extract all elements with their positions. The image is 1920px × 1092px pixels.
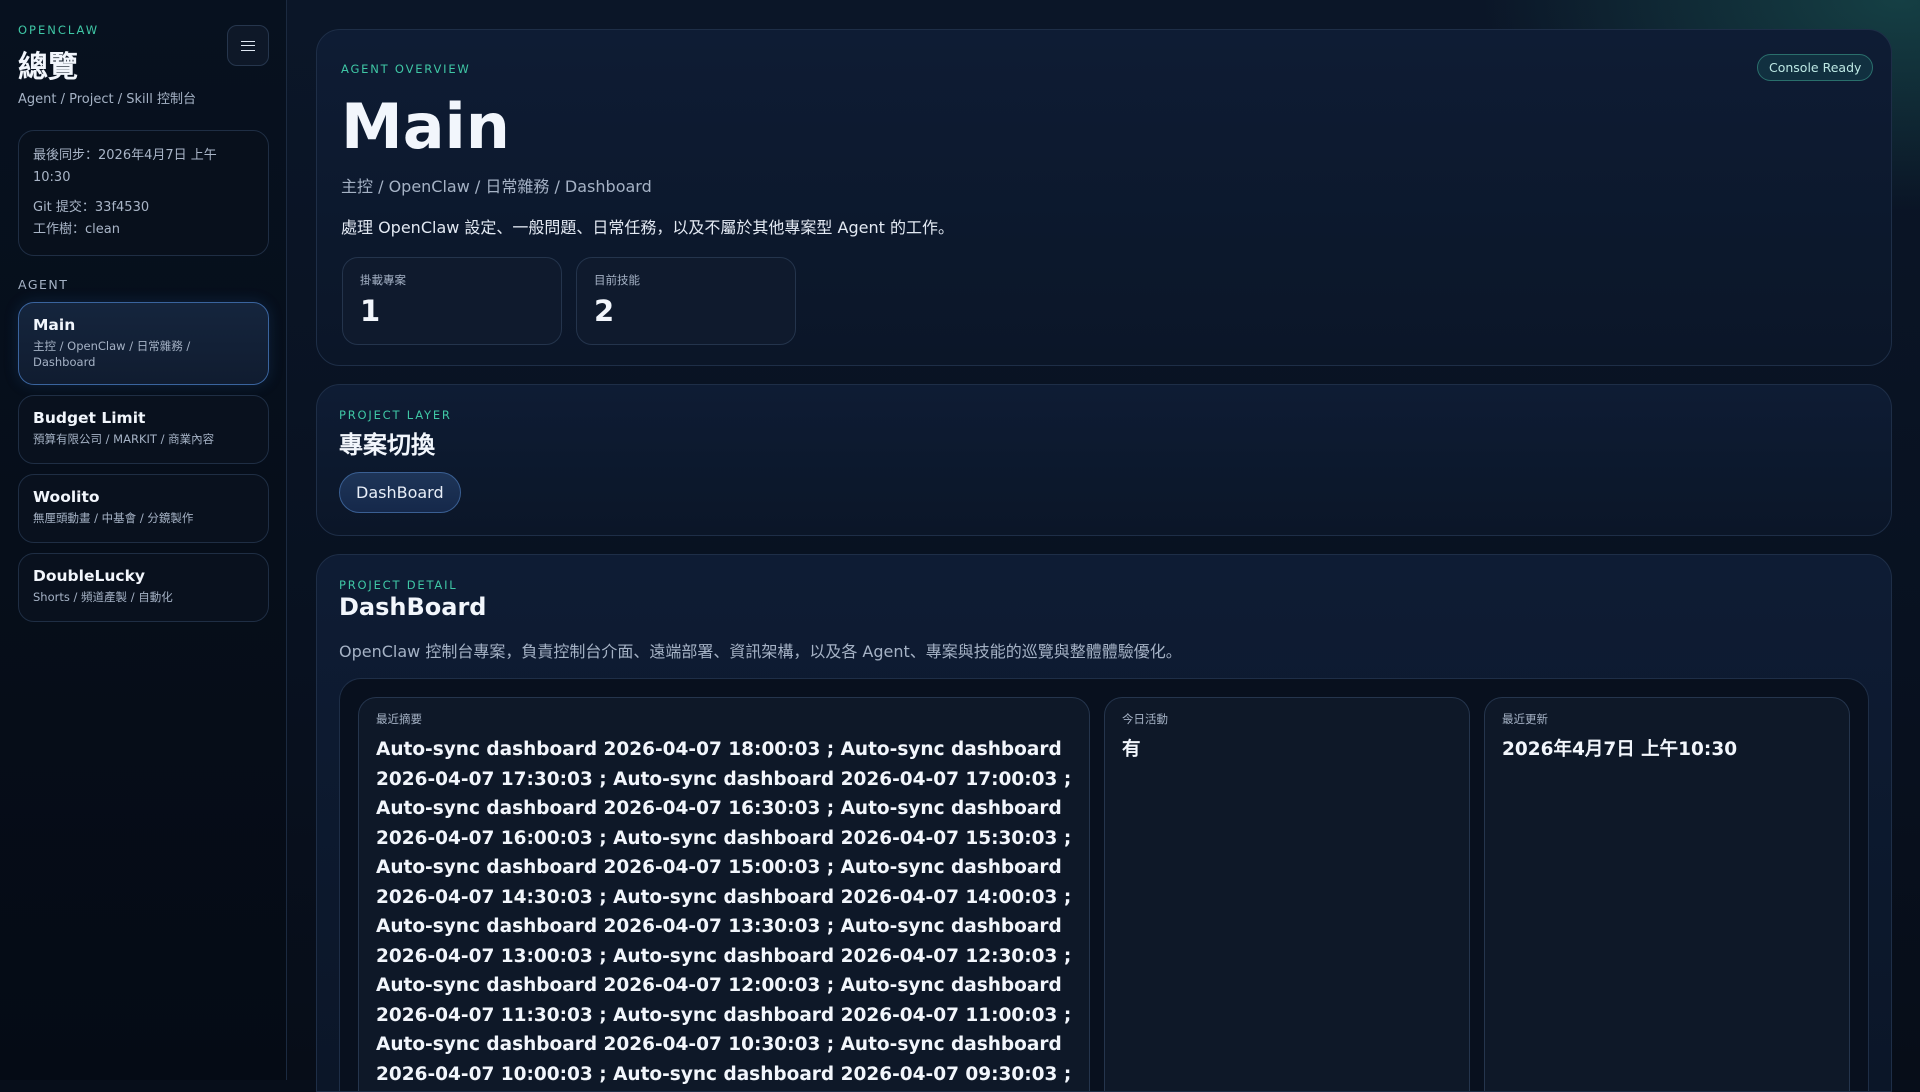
sidebar-subtitle: Agent / Project / Skill 控制台 [18, 92, 196, 107]
agent-desc: 無厘頭動畫 / 中基會 / 分鏡製作 [33, 511, 194, 525]
project-detail-description: OpenClaw 控制台專案，負責控制台介面、遠端部署、資訊架構，以及各 Age… [339, 642, 1182, 661]
stat-mounted-projects: 掛載專案 1 [342, 257, 562, 345]
agent-item-budget-limit[interactable]: Budget Limit 預算有限公司 / MARKIT / 商業內容 [18, 395, 269, 464]
stat-value: 2 [594, 294, 615, 328]
agent-overview-card: AGENT OVERVIEW Console Ready Main 主控 / O… [316, 29, 1892, 366]
menu-button[interactable] [227, 25, 269, 66]
hamburger-icon [241, 40, 255, 51]
project-detail-card: PROJECT DETAIL DashBoard OpenClaw 控制台專案，… [316, 554, 1892, 1092]
project-detail-eyebrow: PROJECT DETAIL [339, 578, 458, 592]
git-commit: Git 提交：33f4530 [33, 200, 150, 215]
stat-current-skills: 目前技能 2 [576, 257, 796, 345]
sidebar: OPENCLAW 總覽 Agent / Project / Skill 控制台 … [0, 0, 287, 1080]
today-activity-panel: 今日活動 有 [1104, 697, 1470, 1091]
sidebar-title: 總覽 [18, 50, 78, 85]
recent-update-panel: 最近更新 2026年4月7日 上午10:30 [1484, 697, 1850, 1091]
agent-item-woolito[interactable]: Woolito 無厘頭動畫 / 中基會 / 分鏡製作 [18, 474, 269, 543]
agent-section-label: AGENT [18, 277, 69, 292]
agent-item-main[interactable]: Main 主控 / OpenClaw / 日常雜務 / Dashboard [18, 302, 269, 385]
updated-label: 最近更新 [1502, 712, 1548, 726]
project-detail-title: DashBoard [339, 593, 487, 621]
project-detail-panels: 最近摘要 Auto-sync dashboard 2026-04-07 18:0… [339, 678, 1869, 1091]
summary-label: 最近摘要 [376, 712, 422, 726]
summary-text: Auto-sync dashboard 2026-04-07 18:00:03 … [376, 739, 1072, 1085]
project-layer-card: PROJECT LAYER 專案切換 DashBoard [316, 384, 1892, 536]
overview-eyebrow: AGENT OVERVIEW [341, 62, 471, 76]
agent-name: Woolito [33, 488, 100, 506]
agent-name: Main [33, 316, 76, 334]
project-layer-title: 專案切換 [339, 431, 435, 459]
agent-desc: 預算有限公司 / MARKIT / 商業內容 [33, 432, 215, 446]
agent-name: DoubleLucky [33, 567, 145, 585]
agent-title: Main [341, 90, 510, 163]
today-label: 今日活動 [1122, 712, 1168, 726]
stat-label: 目前技能 [594, 273, 640, 287]
project-tab-dashboard[interactable]: DashBoard [339, 472, 461, 513]
stat-label: 掛載專案 [360, 273, 406, 287]
recent-summary-panel: 最近摘要 Auto-sync dashboard 2026-04-07 18:0… [358, 697, 1090, 1091]
stat-value: 1 [360, 294, 381, 328]
today-value: 有 [1122, 739, 1141, 760]
worktree-status: 工作樹：clean [33, 222, 120, 237]
agent-item-doublelucky[interactable]: DoubleLucky Shorts / 頻道產製 / 自動化 [18, 553, 269, 622]
agent-name: Budget Limit [33, 409, 146, 427]
agent-description: 處理 OpenClaw 設定、一般問題、日常任務，以及不屬於其他專案型 Agen… [341, 218, 954, 237]
status-badge: Console Ready [1757, 54, 1874, 81]
brand-label: OPENCLAW [18, 23, 100, 37]
agent-path: 主控 / OpenClaw / 日常雜務 / Dashboard [341, 177, 652, 196]
updated-value: 2026年4月7日 上午10:30 [1502, 739, 1738, 760]
sync-info-card: 最後同步：2026年4月7日 上午 10:30 Git 提交：33f4530 工… [18, 130, 269, 256]
last-sync: 最後同步：2026年4月7日 上午 10:30 [33, 148, 217, 185]
project-layer-eyebrow: PROJECT LAYER [339, 408, 452, 422]
agent-desc: Shorts / 頻道產製 / 自動化 [33, 590, 173, 604]
agent-desc: 主控 / OpenClaw / 日常雜務 / Dashboard [33, 339, 191, 369]
